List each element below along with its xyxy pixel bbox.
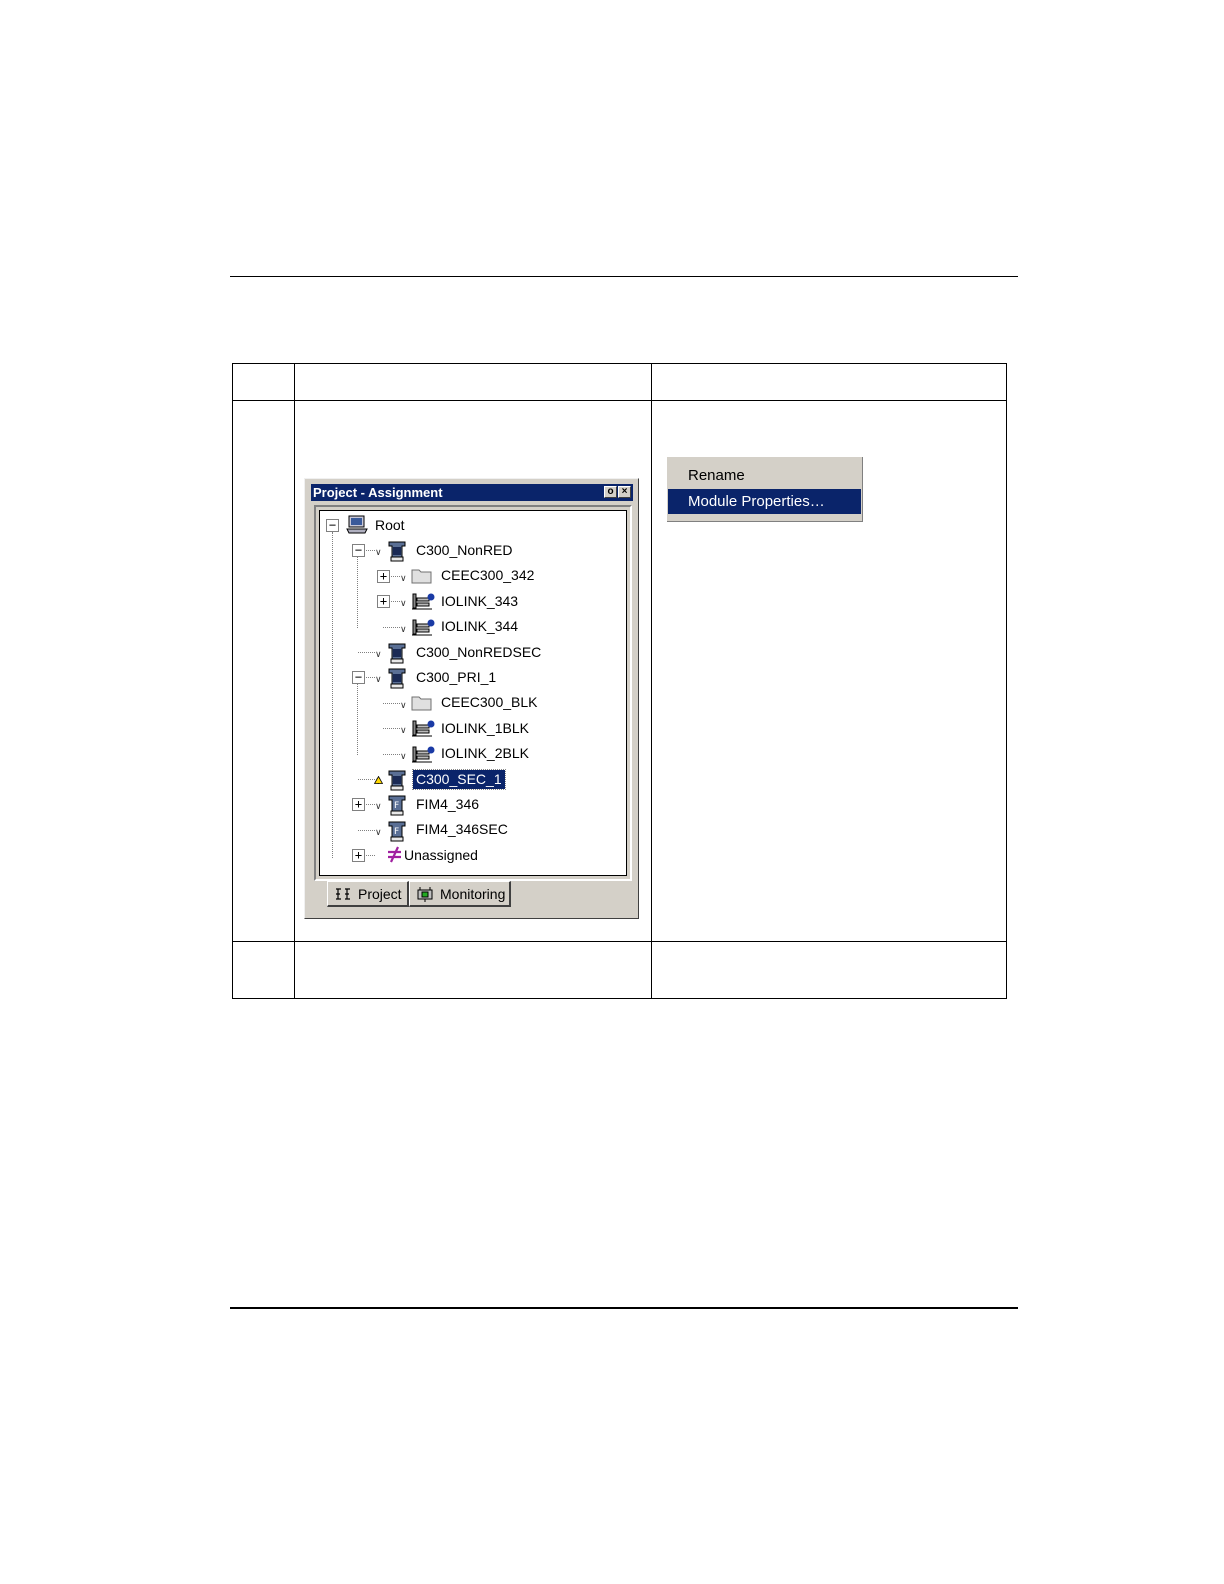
tree-frame: − Root − ∨ C300_NonRED + ∨ CEEC300_342 + ∨ IOLINK_… (314, 505, 632, 881)
tree-expander[interactable]: + (352, 849, 365, 863)
tree-item[interactable]: FIM4_346SEC (413, 819, 511, 841)
controller-icon (385, 768, 409, 796)
chevron-down-icon: ∨ (400, 624, 407, 635)
result-header-cell (651, 362, 1007, 402)
tree-connector (383, 753, 400, 755)
window-title: Project - Assignment (313, 485, 443, 500)
tree-item[interactable]: CEEC300_BLK (438, 692, 541, 714)
tree-item-label: CEEC300_342 (441, 567, 535, 584)
tab-project[interactable]: Project (327, 881, 409, 907)
tree-expander[interactable]: − (326, 519, 339, 532)
svg-text:F: F (394, 827, 399, 837)
tree-item[interactable]: C300_PRI_1 (413, 666, 499, 688)
footer-rule (230, 1307, 1018, 1309)
step-cell (232, 940, 295, 1000)
tree-item-label: C300_NonRED (416, 541, 513, 558)
iolink-icon (410, 717, 436, 743)
pin-icon[interactable]: o (604, 486, 617, 498)
close-icon[interactable]: × (618, 486, 631, 498)
tree-connector (358, 829, 375, 831)
tree-expander[interactable]: − (352, 671, 365, 685)
tree-item[interactable]: Root (372, 514, 408, 536)
project-assignment-window: Project - Assignment o × − Root − ∨ C300_Non… (304, 478, 639, 919)
controller-icon (385, 641, 409, 669)
tree-expander[interactable]: − (352, 544, 365, 558)
tab-monitoring[interactable]: Monitoring (409, 881, 511, 907)
tree-item-label: C300_PRI_1 (416, 668, 497, 685)
controller-icon (385, 666, 409, 694)
iolink-icon (410, 616, 436, 642)
chevron-down-icon: ∨ (400, 599, 407, 610)
context-menu: Rename Module Properties… (667, 457, 863, 522)
action-cell (294, 940, 652, 1000)
chevron-down-icon: ∨ (375, 827, 382, 838)
result-cell (651, 940, 1007, 1000)
menu-item-module-properties[interactable]: Module Properties… (668, 489, 861, 514)
chevron-down-icon: ∨ (400, 751, 407, 762)
tree-item[interactable]: FIM4_346 (413, 793, 482, 815)
tree-expander[interactable]: + (352, 798, 365, 812)
tree-item-label: C300_SEC_1 (412, 768, 506, 790)
chevron-down-icon: ∨ (375, 802, 382, 813)
step-header-cell (232, 362, 295, 402)
svg-text:F: F (394, 801, 399, 811)
project-tab-icon (336, 887, 350, 900)
project-tree[interactable]: − Root − ∨ C300_NonRED + ∨ CEEC300_342 + ∨ IOLINK_… (319, 510, 627, 876)
iolink-icon (410, 590, 436, 616)
action-header-cell (294, 362, 652, 402)
tree-item[interactable]: Unassigned (401, 844, 481, 866)
tree-expander[interactable]: + (377, 569, 390, 583)
tree-expander[interactable]: + (377, 595, 390, 609)
tree-item-label: Root (375, 516, 405, 533)
tree-item-label: CEEC300_BLK (441, 694, 538, 711)
iolink-icon (410, 743, 436, 769)
tree-item-label: FIM4_346SEC (416, 821, 508, 838)
computer-icon (345, 514, 369, 540)
fim-icon: F (385, 793, 409, 821)
tree-item-label: FIM4_346 (416, 795, 480, 812)
tree-item[interactable]: C300_NonREDSEC (413, 641, 544, 663)
tree-item[interactable]: C300_NonRED (413, 539, 516, 561)
tree-item-label: C300_NonREDSEC (416, 643, 542, 660)
folder-icon (410, 565, 434, 589)
warning-icon (374, 776, 383, 784)
chevron-down-icon: ∨ (400, 573, 407, 584)
tree-connector (383, 728, 400, 730)
monitoring-tab-icon (417, 886, 433, 902)
table-row (232, 940, 1007, 1000)
tree-guide (332, 532, 333, 859)
tree-connector (358, 652, 375, 653)
tree-item-label: IOLINK_344 (441, 618, 519, 635)
tree-item[interactable]: CEEC300_342 (438, 565, 537, 587)
fim-icon: F (385, 819, 409, 847)
chevron-down-icon: ∨ (375, 548, 382, 559)
chevron-down-icon: ∨ (400, 726, 407, 737)
chevron-down-icon: ∨ (400, 700, 407, 711)
tree-item[interactable]: IOLINK_343 (438, 590, 521, 612)
folder-icon (410, 692, 434, 716)
menu-item-rename[interactable]: Rename (668, 463, 861, 488)
tree-item-label: IOLINK_343 (441, 592, 519, 609)
tree-item[interactable]: IOLINK_2BLK (438, 743, 532, 765)
tree-item-label: IOLINK_2BLK (441, 745, 529, 762)
tree-item[interactable]: IOLINK_1BLK (438, 717, 532, 739)
tree-item-label: Unassigned (404, 846, 478, 863)
step-cell (232, 400, 295, 942)
tree-item[interactable]: IOLINK_344 (438, 616, 521, 638)
tree-item-label: IOLINK_1BLK (441, 719, 529, 736)
tree-guide (357, 684, 358, 755)
tree-connector (383, 702, 400, 704)
tree-connector (358, 779, 375, 780)
tree-connector (383, 626, 400, 628)
tree-guide (357, 557, 358, 628)
header-rule (230, 276, 1018, 277)
chevron-down-icon: ∨ (375, 650, 382, 660)
tree-item[interactable]: C300_SEC_1 (412, 768, 506, 790)
controller-icon (385, 539, 409, 567)
table-header-row (232, 362, 1007, 402)
chevron-down-icon: ∨ (375, 675, 382, 686)
window-titlebar: Project - Assignment o × (311, 484, 633, 501)
